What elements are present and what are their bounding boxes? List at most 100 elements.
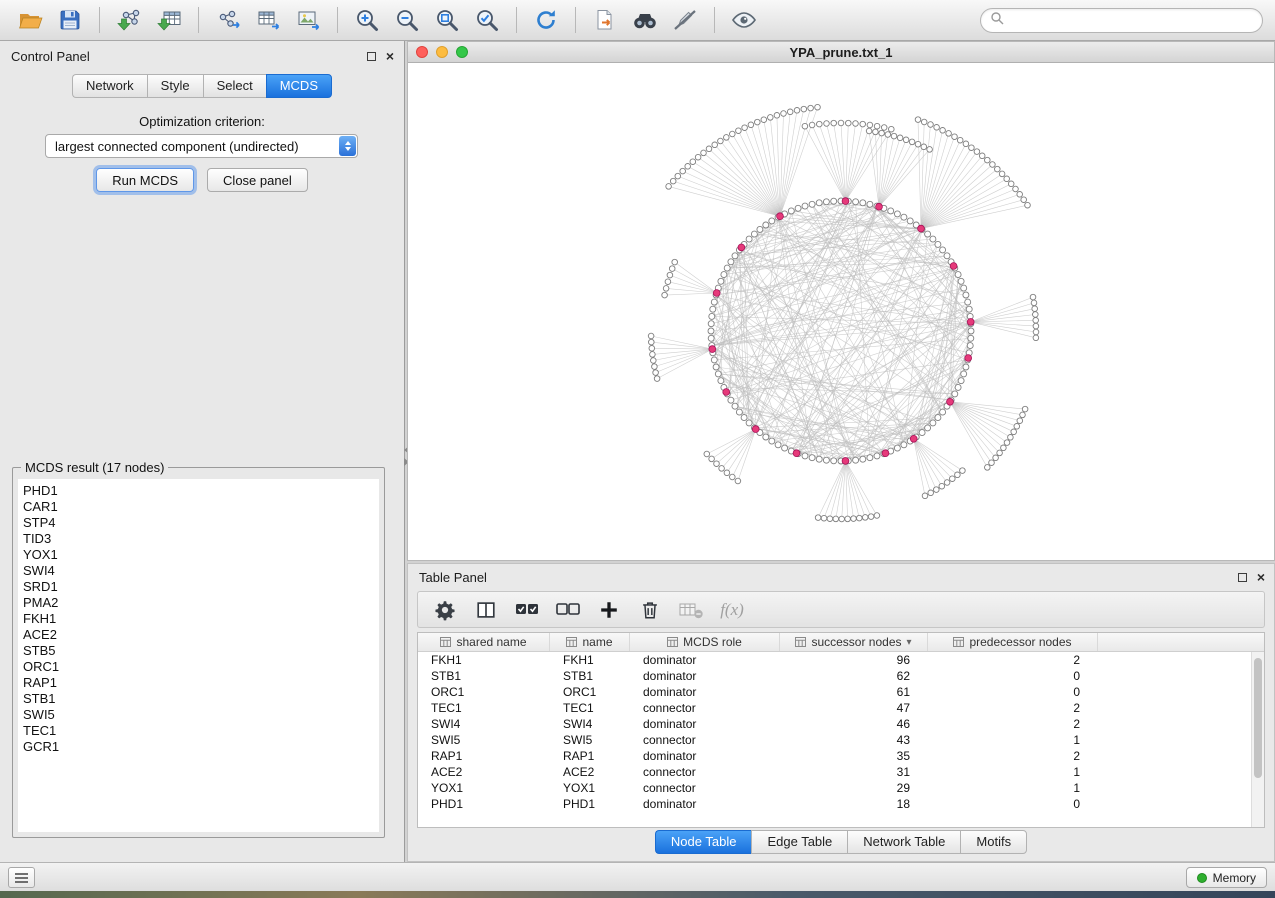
- save-icon[interactable]: [52, 4, 88, 36]
- cell-name: SWI4: [550, 716, 630, 732]
- table-row[interactable]: ORC1ORC1dominator610: [418, 684, 1264, 700]
- close-table-panel-icon[interactable]: ×: [1257, 572, 1265, 582]
- share-document-icon[interactable]: [587, 4, 623, 36]
- columns-icon[interactable]: [472, 596, 500, 624]
- table-row[interactable]: SWI4SWI4dominator462: [418, 716, 1264, 732]
- gear-icon[interactable]: [431, 596, 459, 624]
- delete-column-icon[interactable]: [636, 596, 664, 624]
- cell-shared-name: TEC1: [418, 700, 550, 716]
- mcds-node-item[interactable]: FKH1: [23, 611, 377, 627]
- float-table-panel-icon[interactable]: [1238, 573, 1247, 582]
- tab-select[interactable]: Select: [203, 74, 266, 98]
- toolbar-separator: [337, 7, 338, 33]
- mcds-node-item[interactable]: YOX1: [23, 547, 377, 563]
- scrollbar-thumb[interactable]: [1254, 658, 1262, 778]
- mcds-node-item[interactable]: TID3: [23, 531, 377, 547]
- mcds-node-item[interactable]: PHD1: [23, 483, 377, 499]
- annotate-icon[interactable]: [667, 4, 703, 36]
- table-row[interactable]: PHD1PHD1dominator180: [418, 796, 1264, 812]
- table-row[interactable]: TEC1TEC1connector472: [418, 700, 1264, 716]
- network-canvas[interactable]: [408, 63, 1274, 560]
- search-box[interactable]: [980, 8, 1263, 33]
- table-row[interactable]: YOX1YOX1connector291: [418, 780, 1264, 796]
- binoculars-icon[interactable]: [627, 4, 663, 36]
- tab-network[interactable]: Network: [72, 74, 147, 98]
- tab-network-table[interactable]: Network Table: [847, 830, 960, 854]
- close-panel-icon[interactable]: ×: [386, 51, 394, 61]
- cell-shared-name: SWI4: [418, 716, 550, 732]
- mcds-node-item[interactable]: SWI4: [23, 563, 377, 579]
- fx-label: f(x): [720, 600, 744, 620]
- zoom-selected-icon[interactable]: [469, 4, 505, 36]
- cell-shared-name: FKH1: [418, 652, 550, 668]
- table-row[interactable]: RAP1RAP1dominator352: [418, 748, 1264, 764]
- run-mcds-button[interactable]: Run MCDS: [96, 168, 194, 192]
- mcds-node-item[interactable]: SRD1: [23, 579, 377, 595]
- search-input[interactable]: [1010, 12, 1253, 29]
- export-network-icon[interactable]: [210, 4, 246, 36]
- search-icon: [990, 11, 1004, 30]
- mcds-node-item[interactable]: ORC1: [23, 659, 377, 675]
- cell-name: STB1: [550, 668, 630, 684]
- select-all-icon[interactable]: [513, 596, 541, 624]
- cell-name: RAP1: [550, 748, 630, 764]
- criterion-select[interactable]: largest connected component (undirected): [45, 134, 358, 158]
- export-table-icon[interactable]: [250, 4, 286, 36]
- column-header-predecessor-nodes[interactable]: predecessor nodes: [928, 633, 1098, 651]
- tab-mcds[interactable]: MCDS: [266, 74, 332, 98]
- function-builder-icon[interactable]: f(x): [718, 596, 746, 624]
- mcds-node-item[interactable]: PMA2: [23, 595, 377, 611]
- map-column-icon[interactable]: [677, 596, 705, 624]
- eye-icon[interactable]: [726, 4, 762, 36]
- table-row[interactable]: FKH1FKH1dominator962: [418, 652, 1264, 668]
- deselect-all-icon[interactable]: [554, 596, 582, 624]
- column-header-successor-nodes[interactable]: successor nodes▾: [780, 633, 928, 651]
- tab-motifs[interactable]: Motifs: [960, 830, 1027, 854]
- mcds-node-item[interactable]: CAR1: [23, 499, 377, 515]
- control-panel: Control Panel × NetworkStyleSelectMCDS O…: [0, 41, 405, 862]
- column-header-shared-name[interactable]: shared name: [418, 633, 550, 651]
- cell-successor-nodes: 46: [780, 716, 928, 732]
- status-menu-button[interactable]: [8, 867, 35, 888]
- cell-predecessor-nodes: 1: [928, 732, 1098, 748]
- table-row[interactable]: STB1STB1dominator620: [418, 668, 1264, 684]
- table-header-row: shared namenameMCDS rolesuccessor nodes▾…: [418, 633, 1264, 652]
- float-panel-icon[interactable]: [367, 52, 376, 61]
- toolbar-separator: [714, 7, 715, 33]
- mcds-node-item[interactable]: TEC1: [23, 723, 377, 739]
- cell-predecessor-nodes: 0: [928, 796, 1098, 812]
- mcds-node-item[interactable]: STB5: [23, 643, 377, 659]
- mcds-node-item[interactable]: STB1: [23, 691, 377, 707]
- zoom-out-icon[interactable]: [389, 4, 425, 36]
- import-network-icon[interactable]: [111, 4, 147, 36]
- tab-node-table[interactable]: Node Table: [655, 830, 752, 854]
- table-row[interactable]: ACE2ACE2connector311: [418, 764, 1264, 780]
- open-folder-icon[interactable]: [12, 4, 48, 36]
- column-header-mcds-role[interactable]: MCDS role: [630, 633, 780, 651]
- mcds-result-group: MCDS result (17 nodes) PHD1CAR1STP4TID3Y…: [12, 467, 385, 838]
- mcds-node-item[interactable]: GCR1: [23, 739, 377, 755]
- table-scrollbar[interactable]: [1251, 652, 1264, 827]
- cell-shared-name: YOX1: [418, 780, 550, 796]
- control-panel-title: Control Panel: [11, 49, 90, 64]
- tab-edge-table[interactable]: Edge Table: [751, 830, 847, 854]
- mcds-node-item[interactable]: RAP1: [23, 675, 377, 691]
- table-row[interactable]: SWI5SWI5connector431: [418, 732, 1264, 748]
- add-column-icon[interactable]: [595, 596, 623, 624]
- mcds-node-item[interactable]: STP4: [23, 515, 377, 531]
- column-header-name[interactable]: name: [550, 633, 630, 651]
- mcds-node-item[interactable]: ACE2: [23, 627, 377, 643]
- zoom-fit-icon[interactable]: [429, 4, 465, 36]
- zoom-in-icon[interactable]: [349, 4, 385, 36]
- mcds-result-list[interactable]: PHD1CAR1STP4TID3YOX1SWI4SRD1PMA2FKH1ACE2…: [18, 479, 379, 832]
- cell-shared-name: STB1: [418, 668, 550, 684]
- cell-successor-nodes: 62: [780, 668, 928, 684]
- refresh-icon[interactable]: [528, 4, 564, 36]
- memory-button[interactable]: Memory: [1186, 867, 1267, 888]
- close-panel-button[interactable]: Close panel: [207, 168, 308, 192]
- tab-style[interactable]: Style: [147, 74, 203, 98]
- mcds-node-item[interactable]: SWI5: [23, 707, 377, 723]
- export-image-icon[interactable]: [290, 4, 326, 36]
- network-window-titlebar[interactable]: YPA_prune.txt_1: [408, 42, 1274, 63]
- import-table-icon[interactable]: [151, 4, 187, 36]
